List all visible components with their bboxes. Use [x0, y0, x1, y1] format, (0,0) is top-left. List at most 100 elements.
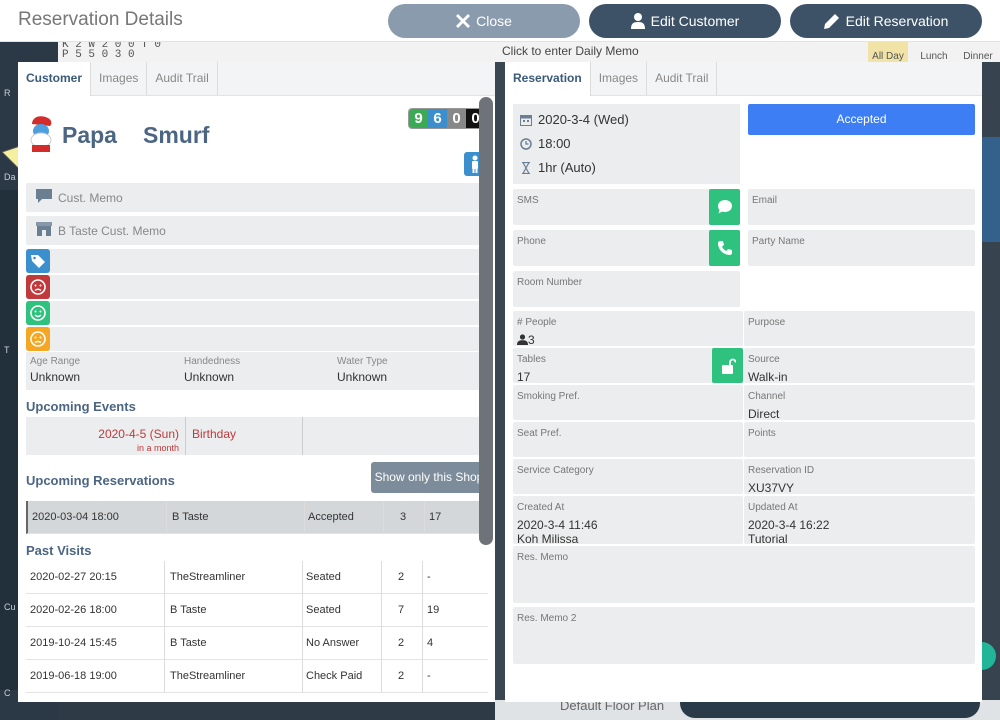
- show-only-shop-button[interactable]: Show only this Shop: [371, 462, 487, 493]
- points-label: Points: [748, 428, 776, 439]
- age-range-label: Age Range: [30, 356, 81, 367]
- phone-field[interactable]: Phone: [513, 230, 740, 266]
- row-table: 19: [427, 604, 440, 616]
- people-field[interactable]: # People 3: [513, 311, 743, 347]
- water-type: Water Type Unknown: [337, 356, 388, 384]
- store-icon: [36, 222, 52, 236]
- purpose-field[interactable]: Purpose: [744, 311, 975, 346]
- sidebar-label[interactable]: Cu: [4, 602, 16, 612]
- slot-lunch[interactable]: Lunch: [914, 40, 954, 62]
- divider: [164, 561, 165, 594]
- reservation-id-field: Reservation ID XU37VY: [744, 459, 975, 495]
- tables-field[interactable]: Tables 17: [513, 348, 743, 384]
- people-label: # People: [517, 317, 557, 328]
- cust-memo-placeholder: Cust. Memo: [58, 191, 123, 205]
- table-row[interactable]: 2019-10-24 15:45 B Taste No Answer 2 4: [26, 627, 488, 660]
- phone-icon: [718, 241, 732, 255]
- row-table: 17: [429, 511, 442, 523]
- tab-images[interactable]: Images: [91, 62, 148, 95]
- slot-all-day[interactable]: All Day: [868, 40, 908, 62]
- tab-customer[interactable]: Customer: [18, 62, 92, 96]
- warning-row[interactable]: [26, 327, 488, 351]
- table-row[interactable]: 2020-02-26 18:00 B Taste Seated 7 19: [26, 594, 488, 627]
- right-strip: [982, 62, 1000, 720]
- row-table: 4: [427, 637, 434, 649]
- row-date: 2020-02-26 18:00: [30, 604, 117, 616]
- sms-field[interactable]: SMS: [513, 189, 740, 225]
- table-row[interactable]: 2020-02-27 20:15 TheStreamliner Seated 2…: [26, 561, 488, 594]
- res-memo2-field[interactable]: Res. Memo 2: [513, 607, 975, 664]
- happy-face-icon: [30, 305, 46, 321]
- edit-customer-button[interactable]: Edit Customer: [589, 4, 781, 38]
- counter: 9: [409, 109, 428, 128]
- daily-stats: K 2 W 2 0 0 T 0 P 5 5 0 3 0: [62, 40, 161, 61]
- tab-images[interactable]: Images: [591, 62, 648, 95]
- res-memo-field[interactable]: Res. Memo: [513, 546, 975, 603]
- shop-memo-field[interactable]: B Taste Cust. Memo: [26, 216, 488, 245]
- service-category-field[interactable]: Service Category: [513, 459, 743, 494]
- created-by: Koh Milissa: [517, 532, 579, 546]
- source-field[interactable]: Source Walk-in: [744, 348, 975, 384]
- datetime-box[interactable]: 2020-3-4 (Wed) 18:00 1hr (Auto): [513, 104, 740, 184]
- cust-memo-field[interactable]: Cust. Memo: [26, 183, 488, 212]
- seat-pref-field[interactable]: Seat Pref.: [513, 422, 743, 457]
- status-button[interactable]: Accepted: [748, 104, 975, 135]
- sidebar-label[interactable]: T: [4, 345, 10, 355]
- tag-row[interactable]: [26, 249, 488, 273]
- room-number-field[interactable]: Room Number: [513, 271, 740, 307]
- seat-pref-label: Seat Pref.: [517, 428, 562, 439]
- row-status: Seated: [306, 604, 341, 616]
- row-shop: B Taste: [170, 637, 207, 649]
- sad-face-icon: [30, 279, 46, 295]
- daily-memo-input[interactable]: Click to enter Daily Memo: [502, 44, 639, 58]
- customer-avatar-icon: [30, 116, 52, 152]
- party-name-field[interactable]: Party Name: [748, 230, 975, 266]
- smoking-field[interactable]: Smoking Pref.: [513, 385, 743, 420]
- dislike-row[interactable]: [26, 275, 488, 299]
- sidebar-label[interactable]: R: [4, 88, 11, 98]
- sms-label: SMS: [517, 195, 539, 206]
- table-row[interactable]: 2020-03-04 18:00 B Taste Accepted 3 17: [26, 501, 488, 534]
- divider: [383, 501, 384, 534]
- page-title: Reservation Details: [18, 9, 183, 30]
- reservation-id-label: Reservation ID: [748, 465, 815, 476]
- table-row[interactable]: 2019-06-18 19:00 TheStreamliner Check Pa…: [26, 660, 488, 693]
- tab-reservation[interactable]: Reservation: [505, 62, 591, 96]
- divider: [164, 627, 165, 660]
- channel-field[interactable]: Channel Direct: [744, 385, 975, 421]
- like-row[interactable]: [26, 301, 488, 325]
- close-button[interactable]: Close: [388, 4, 580, 38]
- date-value: 2020-3-4 (Wed): [538, 112, 629, 127]
- person-icon: [517, 334, 528, 345]
- divider: [164, 594, 165, 627]
- tab-audit-trail[interactable]: Audit Trail: [147, 62, 218, 95]
- time-value: 18:00: [538, 136, 571, 151]
- sidebar-label[interactable]: C: [4, 688, 11, 698]
- tab-audit-trail[interactable]: Audit Trail: [647, 62, 718, 95]
- email-label: Email: [752, 195, 778, 206]
- tables-label: Tables: [517, 354, 546, 365]
- tables-value: 17: [517, 370, 531, 384]
- points-field[interactable]: Points: [744, 422, 975, 457]
- slot-dinner[interactable]: Dinner: [958, 40, 998, 62]
- row-status: Check Paid: [306, 670, 363, 682]
- pencil-icon: [823, 14, 839, 29]
- water-type-label: Water Type: [337, 356, 388, 367]
- edit-reservation-button[interactable]: Edit Reservation: [790, 4, 982, 38]
- smoking-label: Smoking Pref.: [517, 391, 580, 402]
- handedness: Handedness Unknown: [184, 356, 240, 384]
- divider: [422, 660, 423, 693]
- divider: [422, 594, 423, 627]
- created-at-value: 2020-3-4 11:46: [517, 518, 598, 532]
- sms-button[interactable]: [709, 189, 740, 225]
- call-button[interactable]: [709, 230, 740, 266]
- scrollbar[interactable]: [479, 97, 493, 545]
- divider: [381, 594, 382, 627]
- reservation-tabs: Reservation Images Audit Trail: [505, 62, 982, 96]
- unlock-table-button[interactable]: [712, 348, 743, 383]
- divider: [381, 627, 382, 660]
- hourglass-icon: [522, 161, 530, 175]
- customer-attributes: Age Range Unknown Handedness Unknown Wat…: [26, 352, 488, 390]
- event-row[interactable]: 2020-4-5 (Sun) in a month Birthday: [26, 417, 488, 455]
- email-field[interactable]: Email: [748, 189, 975, 225]
